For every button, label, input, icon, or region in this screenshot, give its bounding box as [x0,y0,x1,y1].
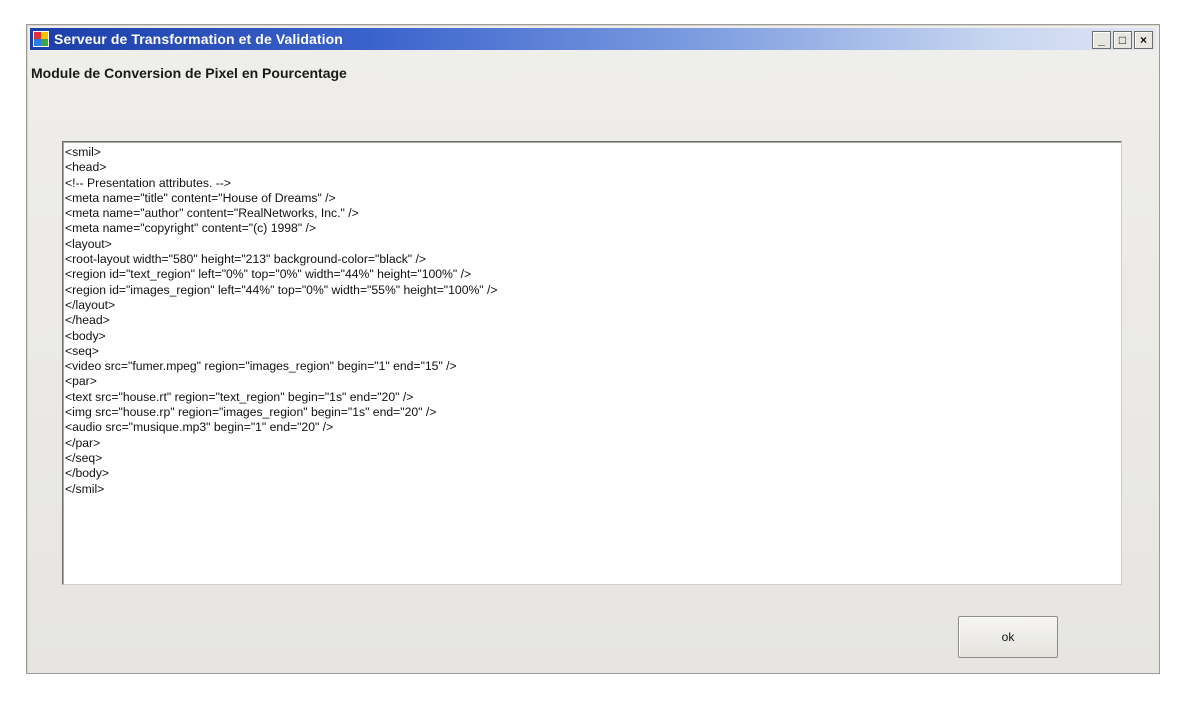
minimize-icon: _ [1098,33,1105,47]
code-line: <seq> [65,343,99,358]
code-line: </body> [65,466,110,481]
close-button[interactable]: × [1134,31,1153,49]
window-controls: _ □ × [1092,31,1153,49]
code-line: </head> [65,313,110,328]
code-line: <meta name="title" content="House of Dre… [65,190,336,205]
close-icon: × [1139,33,1147,47]
code-line: </layout> [65,297,116,312]
main-window: Serveur de Transformation et de Validati… [26,24,1160,674]
code-line: <meta name="copyright" content="(c) 1998… [65,221,317,236]
code-line: <text src="house.rt" region="text_region… [65,389,414,404]
code-line: </seq> [65,450,103,465]
code-line: <!-- Presentation attributes. --> [65,175,231,190]
ok-button-label: ok [1001,630,1015,644]
code-line: <region id="text_region" left="0%" top="… [65,267,472,282]
code-editor[interactable]: <smil> <head> <!-- Presentation attributes… [62,141,1122,585]
code-line: <img src="house.rp" region="images_regio… [65,405,437,420]
code-line: <region id="images_region" left="44%" to… [65,282,498,297]
code-line: <par> [65,374,97,389]
app-icon [33,31,49,47]
title-bar[interactable]: Serveur de Transformation et de Validati… [30,28,1156,50]
window-title: Serveur de Transformation et de Validati… [54,31,343,47]
minimize-button[interactable]: _ [1092,31,1111,49]
code-content: <smil> <head> <!-- Presentation attributes… [63,142,1121,497]
code-line: <root-layout width="580" height="213" ba… [65,252,427,267]
code-line: <layout> [65,236,112,251]
ok-button[interactable]: ok [958,616,1058,658]
code-line: </smil> [65,481,105,496]
maximize-button[interactable]: □ [1113,31,1132,49]
code-line: <head> [65,160,107,175]
code-line: <audio src="musique.mp3" begin="1" end="… [65,420,334,435]
code-line: <meta name="author" content="RealNetwork… [65,206,359,221]
code-line: <body> [65,328,106,343]
code-line: <smil> [65,145,101,159]
code-line: <video src="fumer.mpeg" region="images_r… [65,359,457,374]
module-title: Module de Conversion de Pixel en Pourcen… [31,65,347,81]
maximize-icon: □ [1118,33,1127,47]
code-line: </par> [65,435,101,450]
